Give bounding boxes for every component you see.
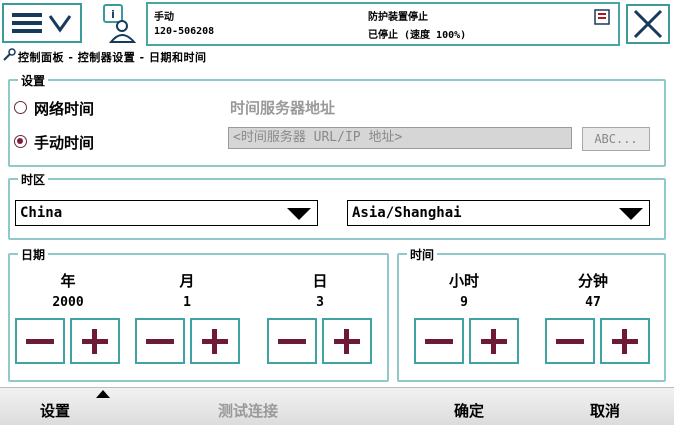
day-increment-button[interactable] <box>322 318 372 364</box>
network-time-option[interactable]: 网络时间 <box>12 97 122 118</box>
date-legend: 日期 <box>18 246 49 263</box>
manual-time-radio[interactable] <box>14 135 27 148</box>
ok-button[interactable]: 确定 <box>454 400 484 421</box>
month-value: 1 <box>183 295 191 310</box>
time-legend: 时间 <box>407 246 438 263</box>
settings-legend: 设置 <box>18 72 49 89</box>
month-label: 月 <box>179 272 195 290</box>
minute-decrement-button[interactable] <box>545 318 595 364</box>
dropdown-arrow-icon <box>619 208 643 220</box>
minus-icon <box>26 339 54 344</box>
year-increment-button[interactable] <box>70 318 120 364</box>
hamburger-icon <box>12 13 72 33</box>
hour-increment-button[interactable] <box>469 318 519 364</box>
abc-keyboard-button[interactable]: ABC... <box>582 127 650 151</box>
minute-value: 47 <box>585 295 601 310</box>
operator-info-icon[interactable]: i <box>96 4 140 44</box>
day-decrement-button[interactable] <box>267 318 317 364</box>
main-menu-button[interactable] <box>2 3 82 43</box>
network-time-radio[interactable] <box>14 101 27 114</box>
timezone-zone-select[interactable]: Asia/Shanghai <box>347 200 650 226</box>
day-label: 日 <box>312 272 328 290</box>
timezone-region-value: China <box>20 205 63 221</box>
time-server-input[interactable]: <时间服务器 URL/IP 地址> <box>228 127 572 149</box>
settings-menu-button[interactable]: 设置 <box>40 400 70 421</box>
run-status: 已停止 (速度 100%) <box>368 30 467 41</box>
month-increment-button[interactable] <box>190 318 240 364</box>
year-decrement-button[interactable] <box>15 318 65 364</box>
controller-id: 120-506208 <box>154 26 215 37</box>
settings-group: 设置 <box>8 72 666 167</box>
minus-icon <box>425 339 453 344</box>
minute-increment-button[interactable] <box>600 318 650 364</box>
day-value: 3 <box>316 295 324 310</box>
month-decrement-button[interactable] <box>135 318 185 364</box>
minute-label: 分钟 <box>577 272 608 290</box>
timezone-legend: 时区 <box>18 171 49 188</box>
minus-icon <box>556 339 584 344</box>
dropdown-arrow-icon <box>287 208 311 220</box>
wrench-icon <box>3 48 16 61</box>
safety-status: 防护装置停止 <box>368 12 428 23</box>
mode-text: 手动 <box>154 12 174 23</box>
hour-decrement-button[interactable] <box>414 318 464 364</box>
network-time-label: 网络时间 <box>34 100 95 118</box>
svg-text:i: i <box>111 8 115 21</box>
hour-value: 9 <box>460 295 468 310</box>
year-label: 年 <box>60 272 76 290</box>
caret-up-icon <box>96 390 110 398</box>
status-panel[interactable]: 手动 120-506208 防护装置停止 已停止 (速度 100%) <box>146 2 620 46</box>
minus-icon <box>278 339 306 344</box>
hour-label: 小时 <box>448 272 479 290</box>
close-icon <box>633 9 663 39</box>
cancel-button[interactable]: 取消 <box>590 400 620 421</box>
timezone-region-select[interactable]: China <box>15 200 318 226</box>
test-connection-button[interactable]: 测试连接 <box>218 400 278 421</box>
year-value: 2000 <box>52 295 84 310</box>
manual-time-label: 手动时间 <box>34 134 95 152</box>
server-address-label: 时间服务器地址 <box>230 99 336 117</box>
program-window-icon[interactable] <box>594 9 610 25</box>
close-button[interactable] <box>626 4 670 44</box>
minus-icon <box>146 339 174 344</box>
bottom-command-bar: 设置 测试连接 确定 取消 <box>0 387 674 425</box>
breadcrumb: 控制面板 - 控制器设置 - 日期和时间 <box>0 47 674 65</box>
manual-time-option[interactable]: 手动时间 <box>12 131 122 152</box>
timezone-zone-value: Asia/Shanghai <box>352 205 462 221</box>
breadcrumb-text: 控制面板 - 控制器设置 - 日期和时间 <box>18 51 207 64</box>
